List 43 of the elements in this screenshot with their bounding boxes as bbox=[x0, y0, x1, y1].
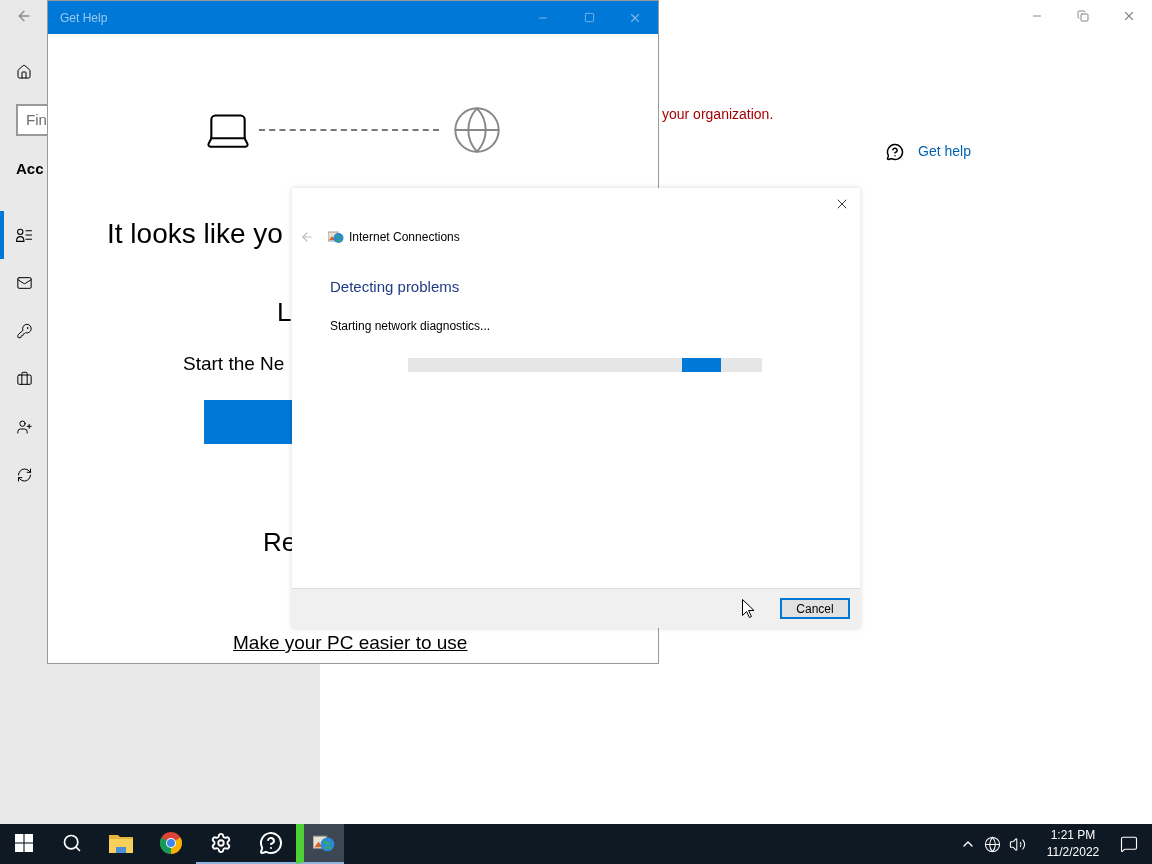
briefcase-icon bbox=[16, 370, 33, 387]
gear-icon bbox=[210, 832, 232, 854]
chat-question-icon bbox=[259, 831, 283, 855]
windows-logo-icon bbox=[15, 834, 33, 852]
search-icon bbox=[62, 833, 82, 853]
speaker-icon[interactable] bbox=[1009, 835, 1026, 853]
notification-icon[interactable] bbox=[1120, 835, 1138, 853]
person-plus-icon bbox=[16, 418, 33, 435]
envelope-icon bbox=[16, 274, 33, 291]
maximize-icon bbox=[583, 12, 595, 23]
body-text: Start the Ne bbox=[183, 352, 285, 376]
globe-icon bbox=[451, 104, 503, 156]
folder-icon bbox=[109, 833, 133, 853]
clock-time: 1:21 PM bbox=[1050, 827, 1096, 844]
chrome-logo-icon bbox=[159, 831, 183, 855]
status-text: Starting network diagnostics... bbox=[330, 317, 491, 335]
window-title: Get Help bbox=[60, 9, 109, 27]
cancel-button[interactable]: Cancel bbox=[780, 598, 850, 619]
close-icon bbox=[1122, 9, 1136, 23]
globe-icon[interactable] bbox=[984, 835, 1001, 853]
search-field[interactable]: Fin bbox=[16, 104, 47, 136]
key-icon bbox=[16, 322, 33, 339]
notice-text: your organization. bbox=[662, 105, 775, 124]
back-arrow-icon bbox=[16, 8, 32, 24]
network-globe-icon bbox=[328, 229, 344, 245]
section-title: L bbox=[277, 296, 292, 328]
sync-icon bbox=[16, 466, 33, 483]
clock[interactable]: 1:21 PM 11/2/2022 bbox=[1038, 827, 1108, 861]
clock-date: 11/2/2022 bbox=[1046, 844, 1100, 861]
page-heading: It looks like yo bbox=[107, 217, 283, 251]
chat-question-icon bbox=[886, 142, 904, 161]
cursor-icon bbox=[742, 599, 754, 618]
get-help-link[interactable]: Get help bbox=[918, 141, 971, 162]
taskbar-button[interactable] bbox=[296, 824, 344, 864]
person-list-icon bbox=[16, 226, 33, 243]
restore-icon bbox=[1077, 10, 1089, 22]
search-placeholder: Fin bbox=[25, 109, 47, 130]
dialog-title: Internet Connections bbox=[349, 229, 460, 246]
home-icon bbox=[16, 64, 32, 80]
dialog-heading: Detecting problems bbox=[330, 277, 460, 297]
accessibility-link[interactable]: Make your PC easier to use bbox=[233, 632, 468, 654]
section-heading: Acc bbox=[16, 159, 45, 179]
network-globe-icon bbox=[313, 832, 335, 854]
